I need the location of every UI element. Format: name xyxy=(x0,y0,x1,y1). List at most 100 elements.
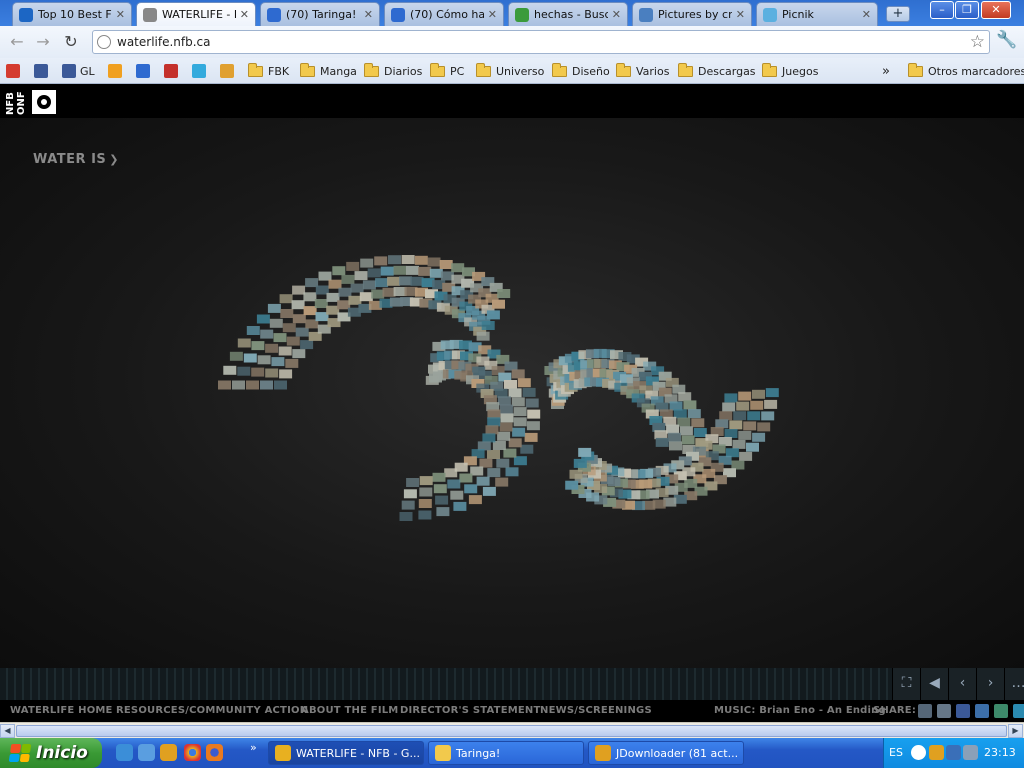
browser-tab[interactable]: hechas - Buscar ✕ xyxy=(508,2,628,26)
quicklaunch-app-icon[interactable] xyxy=(116,744,133,761)
bookmark-item[interactable] xyxy=(164,62,182,80)
tray-expand-icon[interactable] xyxy=(911,745,926,760)
video-thumbnail[interactable] xyxy=(487,450,500,459)
scroll-left-arrow-icon[interactable]: ◀ xyxy=(0,724,15,738)
video-thumbnail[interactable] xyxy=(292,314,306,324)
video-thumbnail[interactable] xyxy=(508,388,522,398)
language-indicator[interactable]: ES xyxy=(889,746,903,759)
video-thumbnail[interactable] xyxy=(341,274,355,284)
bookmark-item[interactable]: Diseño xyxy=(552,62,610,80)
video-thumbnail[interactable] xyxy=(668,432,681,442)
video-thumbnail[interactable] xyxy=(265,343,279,353)
video-thumbnail[interactable] xyxy=(318,271,332,281)
video-thumbnail[interactable] xyxy=(481,321,495,330)
video-thumbnail[interactable] xyxy=(499,422,513,432)
scrollbar-thumb[interactable] xyxy=(16,725,1007,737)
video-thumbnail[interactable] xyxy=(453,501,467,511)
video-thumbnail[interactable] xyxy=(738,391,752,401)
browser-tab[interactable]: (70) Cómo hace ✕ xyxy=(384,2,504,26)
bookmark-item[interactable]: Universo xyxy=(476,62,544,80)
video-thumbnail[interactable] xyxy=(497,396,511,406)
video-thumbnail[interactable] xyxy=(724,429,738,438)
video-thumbnail[interactable] xyxy=(260,329,274,339)
video-thumbnail[interactable] xyxy=(348,295,362,305)
video-thumbnail[interactable] xyxy=(724,393,738,403)
video-thumbnail[interactable] xyxy=(280,309,294,318)
video-thumbnail[interactable] xyxy=(429,268,443,278)
video-thumbnail[interactable] xyxy=(432,472,446,482)
video-thumbnail[interactable] xyxy=(573,458,587,468)
video-thumbnail[interactable] xyxy=(418,266,432,276)
bookmark-item[interactable]: FBK xyxy=(248,62,289,80)
video-thumbnail[interactable] xyxy=(504,361,518,371)
video-thumbnail[interactable] xyxy=(513,407,527,417)
taskbar-window-button[interactable]: Taringa! xyxy=(428,741,584,765)
video-thumbnail[interactable] xyxy=(399,512,413,521)
video-thumbnail[interactable] xyxy=(492,299,505,309)
video-thumbnail[interactable] xyxy=(418,510,432,520)
video-thumbnail[interactable] xyxy=(479,458,493,468)
video-thumbnail[interactable] xyxy=(752,389,765,399)
video-thumbnail[interactable] xyxy=(578,447,592,457)
video-thumbnail[interactable] xyxy=(669,401,683,411)
video-thumbnail[interactable] xyxy=(374,256,388,266)
video-thumbnail[interactable] xyxy=(527,409,541,419)
video-thumbnail[interactable] xyxy=(387,276,401,286)
video-thumbnail[interactable] xyxy=(497,431,511,441)
more-icon[interactable]: … xyxy=(1004,668,1024,700)
bookmarks-overflow-chevron[interactable]: » xyxy=(882,62,890,80)
twitter-icon[interactable] xyxy=(1013,704,1024,718)
video-thumbnail[interactable] xyxy=(388,255,401,265)
video-thumbnail[interactable] xyxy=(418,499,432,508)
thumbnail-mosaic[interactable] xyxy=(0,85,1024,668)
video-thumbnail[interactable] xyxy=(761,411,775,421)
address-url[interactable]: waterlife.nfb.ca xyxy=(117,35,211,49)
video-thumbnail[interactable] xyxy=(292,285,306,295)
video-thumbnail[interactable] xyxy=(300,340,314,350)
video-thumbnail[interactable] xyxy=(338,287,352,297)
video-thumbnail[interactable] xyxy=(314,299,328,308)
video-thumbnail[interactable] xyxy=(722,402,736,412)
wrench-icon[interactable]: 🔧 xyxy=(996,30,1017,50)
video-thumbnail[interactable] xyxy=(427,257,441,267)
video-thumbnail[interactable] xyxy=(414,255,428,265)
video-thumbnail[interactable] xyxy=(279,369,293,379)
quicklaunch-overflow-chevron[interactable]: » xyxy=(250,741,257,754)
video-thumbnail[interactable] xyxy=(271,357,285,367)
video-thumbnail[interactable] xyxy=(732,439,746,449)
video-thumbnail[interactable] xyxy=(393,265,407,275)
video-thumbnail[interactable] xyxy=(495,477,509,487)
video-thumbnail[interactable] xyxy=(655,437,669,447)
video-thumbnail[interactable] xyxy=(439,260,453,269)
address-bar[interactable]: waterlife.nfb.ca ☆ xyxy=(92,30,990,54)
video-thumbnail[interactable] xyxy=(403,489,417,499)
video-thumbnail[interactable] xyxy=(500,413,514,423)
video-thumbnail[interactable] xyxy=(295,327,309,337)
tray-antivirus-icon[interactable] xyxy=(963,745,978,760)
video-thumbnail[interactable] xyxy=(747,411,761,421)
video-thumbnail[interactable] xyxy=(736,401,750,411)
video-thumbnail[interactable] xyxy=(260,380,273,390)
video-thumbnail[interactable] xyxy=(399,276,412,286)
video-thumbnail[interactable] xyxy=(273,333,287,343)
facebook-icon[interactable] xyxy=(956,704,970,718)
video-thumbnail[interactable] xyxy=(444,468,458,478)
video-thumbnail[interactable] xyxy=(232,380,245,390)
video-thumbnail[interactable] xyxy=(410,276,424,286)
quicklaunch-chrome-icon[interactable] xyxy=(184,744,201,761)
browser-tab[interactable]: Picnik ✕ xyxy=(756,2,878,26)
video-thumbnail[interactable] xyxy=(360,258,374,268)
stumble-icon[interactable] xyxy=(994,704,1008,718)
video-thumbnail[interactable] xyxy=(511,369,525,379)
video-thumbnail[interactable] xyxy=(328,279,342,289)
prev-icon[interactable]: ‹ xyxy=(948,668,976,700)
back-arrow-icon[interactable]: ← xyxy=(6,31,28,53)
browser-tab[interactable]: Top 10 Best Fla ✕ xyxy=(12,2,132,26)
quicklaunch-firefox-icon[interactable] xyxy=(206,744,223,761)
horizontal-scrollbar[interactable]: ◀ ▶ xyxy=(0,722,1024,738)
scroll-right-arrow-icon[interactable]: ▶ xyxy=(1008,724,1023,738)
video-thumbnail[interactable] xyxy=(729,420,743,430)
footer-nav-link[interactable]: ABOUT THE FILM xyxy=(301,705,398,716)
next-icon[interactable]: › xyxy=(976,668,1004,700)
video-thumbnail[interactable] xyxy=(267,303,281,313)
